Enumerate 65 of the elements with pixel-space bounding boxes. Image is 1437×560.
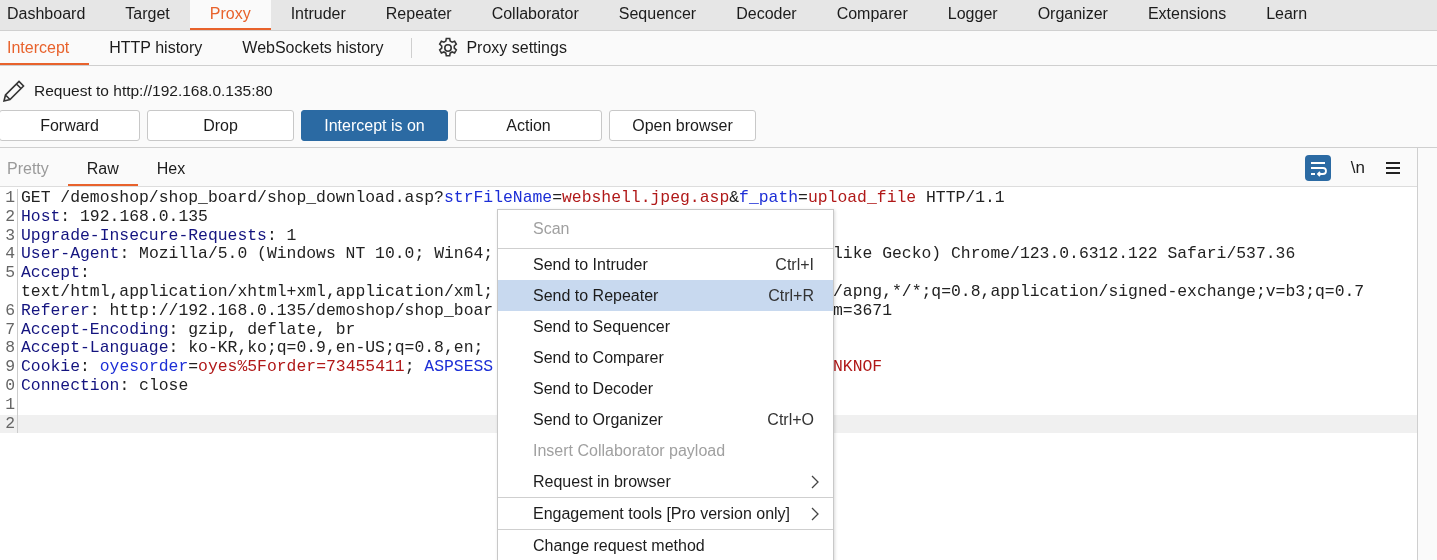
menu-item[interactable]: Change request method xyxy=(498,530,833,560)
line-number: 3 xyxy=(5,226,15,246)
line-number: 6 xyxy=(5,301,15,321)
tool-tab[interactable]: Logger xyxy=(927,0,1018,30)
line-number: 1 xyxy=(5,189,15,208)
menu-item[interactable]: Send to Intruder Ctrl+I xyxy=(498,249,833,280)
view-tab[interactable]: Raw xyxy=(67,153,138,186)
tool-tab[interactable]: Target xyxy=(105,0,190,30)
action-button[interactable]: Drop xyxy=(147,110,294,141)
menu-item[interactable]: Request in browser xyxy=(498,466,833,497)
newline-toggle[interactable]: \n xyxy=(1350,158,1365,178)
chevron-icon[interactable] xyxy=(811,474,819,489)
code-line: m=3671 xyxy=(833,301,893,321)
wrap-lines-icon[interactable] xyxy=(1304,155,1331,181)
code-line: like Gecko) Chrome/123.0.6312.122 Safari/537.36 xyxy=(833,245,1296,265)
line-number: 1 xyxy=(5,395,15,415)
tool-tab[interactable]: Organizer xyxy=(1017,0,1128,30)
code-line: text/html,application/xhtml+xml,application/xml; xyxy=(21,283,494,302)
menu-item[interactable]: Engagement tools [Pro version only] xyxy=(498,498,833,529)
menu-item[interactable]: Send to Decoder xyxy=(498,373,833,404)
line-number: 9 xyxy=(5,358,15,377)
subsection-tab[interactable]: WebSockets history xyxy=(222,31,404,65)
code-line: Connection: close xyxy=(21,376,189,396)
action-button[interactable]: Intercept is on xyxy=(301,110,448,141)
action-button[interactable]: Action xyxy=(455,110,602,141)
tool-tab[interactable]: Sequencer xyxy=(598,0,717,30)
menu-item[interactable]: Send to Repeater Ctrl+R xyxy=(498,280,833,311)
code-line: Accept: xyxy=(21,264,90,283)
line-number: 5 xyxy=(5,264,15,283)
code-line: User-Agent: Mozilla/5.0 (Windows NT 10.0; Win64; xyxy=(21,245,494,265)
settings-link[interactable]: Proxy settings xyxy=(466,39,567,57)
line-number: 4 xyxy=(5,245,15,265)
menu-item[interactable]: Send to Sequencer xyxy=(498,311,833,342)
menu-icon[interactable] xyxy=(1385,161,1401,175)
action-button[interactable]: Forward xyxy=(0,110,140,141)
view-tab[interactable]: Hex xyxy=(137,153,205,186)
menu-item[interactable]: Send to Organizer Ctrl+O xyxy=(498,404,833,435)
code-line: Cookie: oyesorder=oyes%5Forder=73455411; ASPSESS xyxy=(21,358,494,377)
line-number: 2 xyxy=(5,207,15,227)
code-line: Referer: http://192.168.0.135/demoshop/shop_boar xyxy=(21,301,494,321)
code-line: /apng,*/*;q=0.8,application/signed-exchange;v=b3;q=0.7 xyxy=(833,283,1365,302)
pencil-icon[interactable] xyxy=(1,78,27,104)
tool-tab[interactable]: Decoder xyxy=(716,0,817,30)
code-line: Upgrade-Insecure-Requests: 1 xyxy=(21,226,297,246)
line-number: 7 xyxy=(5,320,15,340)
tool-tab[interactable]: Extensions xyxy=(1127,0,1247,30)
menu-item[interactable]: Send to Comparer xyxy=(498,342,833,373)
tool-tab[interactable]: Intruder xyxy=(270,0,366,30)
chevron-icon[interactable] xyxy=(811,506,819,521)
code-line: Host: 192.168.0.135 xyxy=(21,207,208,227)
tool-tab[interactable]: Repeater xyxy=(365,0,472,30)
code-line: GET /demoshop/shop_board/shop_download.asp?strFileName=webshell.jpeg.asp&f_path=upload_file HTTP/1.1 xyxy=(21,189,1005,208)
subsection-tab[interactable]: HTTP history xyxy=(89,31,223,65)
action-button[interactable]: Open browser xyxy=(609,110,756,141)
tool-tab[interactable]: Learn xyxy=(1246,0,1328,30)
code-line: Accept-Encoding: gzip, deflate, br xyxy=(21,320,356,340)
line-number: 0 xyxy=(5,376,15,396)
tool-tab[interactable]: Dashboard xyxy=(0,0,106,30)
line-number: 8 xyxy=(5,339,15,359)
code-line: NKNOF xyxy=(833,358,883,377)
line-number: 2 xyxy=(5,414,15,434)
tool-tab[interactable]: Collaborator xyxy=(471,0,599,30)
code-line: Accept-Language: ko-KR,ko;q=0.9,en-US;q=0.8,en; xyxy=(21,339,484,359)
request-target: Request to http://192.168.0.135:80 xyxy=(34,82,273,100)
tool-tab[interactable]: Comparer xyxy=(816,0,928,30)
